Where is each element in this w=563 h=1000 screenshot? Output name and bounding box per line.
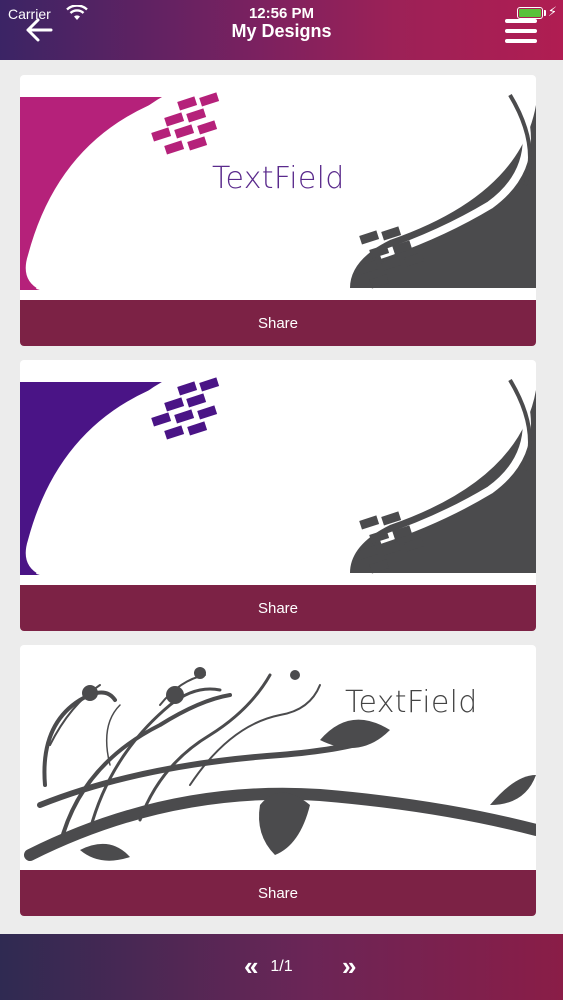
design-text-1: TextField	[212, 161, 345, 196]
design-preview-2[interactable]	[20, 360, 536, 585]
battery-icon	[517, 7, 543, 19]
next-page-icon[interactable]: »	[342, 952, 356, 980]
design-preview-3[interactable]	[20, 645, 536, 870]
top-bar: Carrier 12:56 PM ⚡ My Designs	[0, 0, 563, 60]
pagination-bar: « 1/1 »	[0, 934, 563, 1000]
page-indicator: 1/1	[270, 958, 293, 975]
charging-icon: ⚡	[547, 4, 557, 19]
hamburger-menu-icon[interactable]	[505, 19, 537, 43]
design-card-2[interactable]: Share	[20, 360, 536, 631]
design-card-3[interactable]: TextField Share	[20, 645, 536, 916]
share-button-3[interactable]: Share	[20, 870, 536, 916]
share-button-2[interactable]: Share	[20, 585, 536, 631]
page-title: My Designs	[231, 21, 332, 41]
design-text-3: TextField	[345, 685, 478, 720]
design-card-1[interactable]: TextField Share	[20, 75, 536, 346]
share-button-1[interactable]: Share	[20, 300, 536, 346]
clock-label: 12:56 PM	[248, 5, 315, 22]
battery-tip	[544, 10, 546, 16]
